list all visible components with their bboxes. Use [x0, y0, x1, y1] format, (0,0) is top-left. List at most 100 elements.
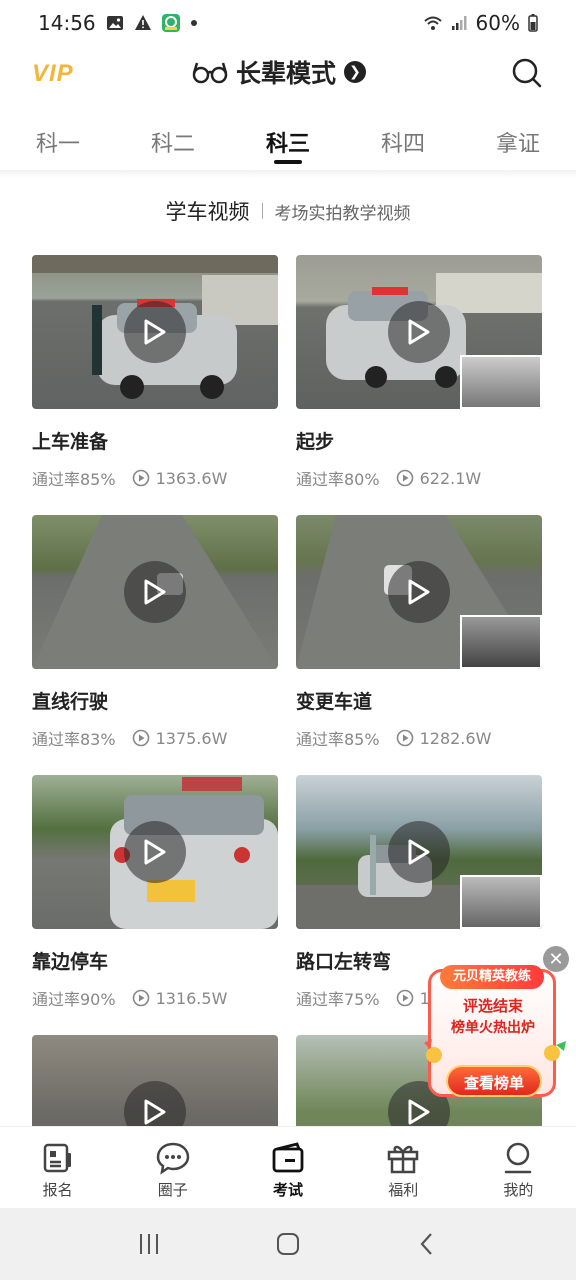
exam-icon: [272, 1142, 304, 1173]
play-button[interactable]: [388, 301, 450, 363]
chat-icon: [156, 1142, 190, 1175]
video-meta: 通过率85% 1363.6W: [32, 466, 278, 490]
video-meta: 通过率83% 1375.6W: [32, 726, 278, 750]
nav-label: 我的: [503, 1181, 534, 1199]
tab-subject-3[interactable]: 科三: [266, 110, 310, 170]
video-thumbnail[interactable]: [296, 775, 542, 929]
gallery-icon: [106, 16, 123, 30]
play-button[interactable]: [388, 561, 450, 623]
chevron-right-icon: ❯: [344, 61, 367, 83]
views-icon: [396, 469, 413, 487]
signup-icon: [43, 1143, 71, 1173]
video-title: 上车准备: [32, 431, 109, 453]
floating-ad[interactable]: 元贝精英教练 评选结束 榜单火热出炉 查看榜单: [420, 965, 566, 1107]
signal-icon: [451, 16, 467, 30]
ad-tag: 元贝精英教练: [440, 965, 544, 989]
battery-percent: 60%: [475, 11, 520, 35]
coins-illustration: [424, 1039, 566, 1063]
subject-tabs: 科一 科二 科三 科四 拿证: [0, 110, 576, 170]
nav-circle[interactable]: 圈子: [115, 1127, 230, 1208]
system-nav-bar: [0, 1208, 576, 1280]
view-count: 1363.6W: [155, 468, 228, 488]
views-icon: [132, 989, 149, 1007]
nav-label: 圈子: [157, 1181, 188, 1199]
battery-icon: [528, 14, 538, 32]
profile-icon: [505, 1142, 532, 1174]
nav-profile[interactable]: 我的: [461, 1127, 576, 1208]
view-count: 1316.5W: [155, 988, 228, 1008]
recents-icon[interactable]: [136, 1231, 162, 1257]
nav-welfare[interactable]: 福利: [346, 1127, 461, 1208]
video-thumbnail[interactable]: [32, 255, 278, 409]
view-count: 622.1W: [419, 468, 482, 488]
top-bar: VIP 长辈模式 ❯: [0, 46, 576, 104]
view-count: 1282.6W: [419, 728, 492, 748]
tab-get-license[interactable]: 拿证: [496, 110, 540, 170]
wifi-icon: [423, 16, 442, 30]
ad-line-2: 榜单火热出炉: [451, 1020, 535, 1036]
tab-subject-1[interactable]: 科一: [36, 110, 80, 170]
video-title: 靠边停车: [32, 951, 109, 973]
video-title: 变更车道: [296, 691, 373, 713]
video-card[interactable]: 上车准备 通过率85% 1363.6W: [32, 255, 278, 515]
back-icon[interactable]: [414, 1231, 440, 1257]
play-icon: [408, 319, 430, 345]
views-icon: [132, 729, 149, 747]
play-icon: [144, 579, 166, 605]
views-icon: [132, 469, 149, 487]
video-thumbnail[interactable]: [32, 775, 278, 929]
play-button[interactable]: [124, 561, 186, 623]
ad-line-1: 评选结束: [462, 997, 523, 1015]
inset-video: [460, 615, 542, 669]
video-card[interactable]: 靠边停车 通过率90% 1316.5W: [32, 775, 278, 1035]
pass-rate: 通过率75%: [296, 990, 380, 1009]
video-title: 起步: [296, 431, 335, 453]
play-icon: [144, 1099, 166, 1125]
pass-rate: 通过率90%: [32, 990, 116, 1009]
pass-rate: 通过率80%: [296, 470, 380, 489]
video-thumbnail[interactable]: [32, 515, 278, 669]
status-bar: 14:56 60%: [0, 0, 576, 46]
dot-icon: [190, 20, 197, 26]
section-header: 学车视频 考场实拍教学视频: [0, 196, 576, 226]
play-icon: [408, 579, 430, 605]
inset-video: [460, 875, 542, 929]
warning-icon: [134, 15, 151, 30]
play-button[interactable]: [388, 821, 450, 883]
play-icon: [144, 319, 166, 345]
inset-video: [460, 355, 542, 409]
tab-divider: [0, 170, 576, 178]
play-icon: [144, 839, 166, 865]
video-meta: 通过率90% 1316.5W: [32, 986, 278, 1010]
home-icon[interactable]: [275, 1231, 301, 1257]
nav-exam[interactable]: 考试: [230, 1127, 345, 1208]
video-meta: 通过率85% 1282.6W: [296, 726, 542, 750]
mode-title: 长辈模式: [236, 59, 337, 88]
view-count: 1375.6W: [155, 728, 228, 748]
video-title: 直线行驶: [32, 691, 109, 713]
nav-label: 考试: [273, 1181, 304, 1199]
video-card[interactable]: 变更车道 通过率85% 1282.6W: [296, 515, 542, 775]
app-notification-icon: [161, 14, 180, 32]
vip-badge[interactable]: VIP: [32, 60, 74, 88]
nav-signup[interactable]: 报名: [0, 1127, 115, 1208]
pass-rate: 通过率85%: [32, 470, 116, 489]
view-ranking-button[interactable]: 查看榜单: [446, 1065, 542, 1097]
views-icon: [396, 989, 413, 1007]
search-icon[interactable]: [512, 58, 542, 88]
video-card[interactable]: 起步 通过率80% 622.1W: [296, 255, 542, 515]
play-button[interactable]: [124, 301, 186, 363]
section-divider: [261, 203, 263, 219]
tab-subject-2[interactable]: 科二: [151, 110, 195, 170]
video-thumbnail[interactable]: [296, 515, 542, 669]
video-card[interactable]: 直线行驶 通过率83% 1375.6W: [32, 515, 278, 775]
video-thumbnail[interactable]: [296, 255, 542, 409]
section-subtitle: 考场实拍教学视频: [274, 203, 411, 224]
play-button[interactable]: [124, 821, 186, 883]
tab-subject-4[interactable]: 科四: [381, 110, 425, 170]
video-meta: 通过率80% 622.1W: [296, 466, 542, 490]
elder-mode-toggle[interactable]: 长辈模式 ❯: [192, 54, 367, 90]
pass-rate: 通过率85%: [296, 730, 380, 749]
views-icon: [396, 729, 413, 747]
play-icon: [408, 839, 430, 865]
